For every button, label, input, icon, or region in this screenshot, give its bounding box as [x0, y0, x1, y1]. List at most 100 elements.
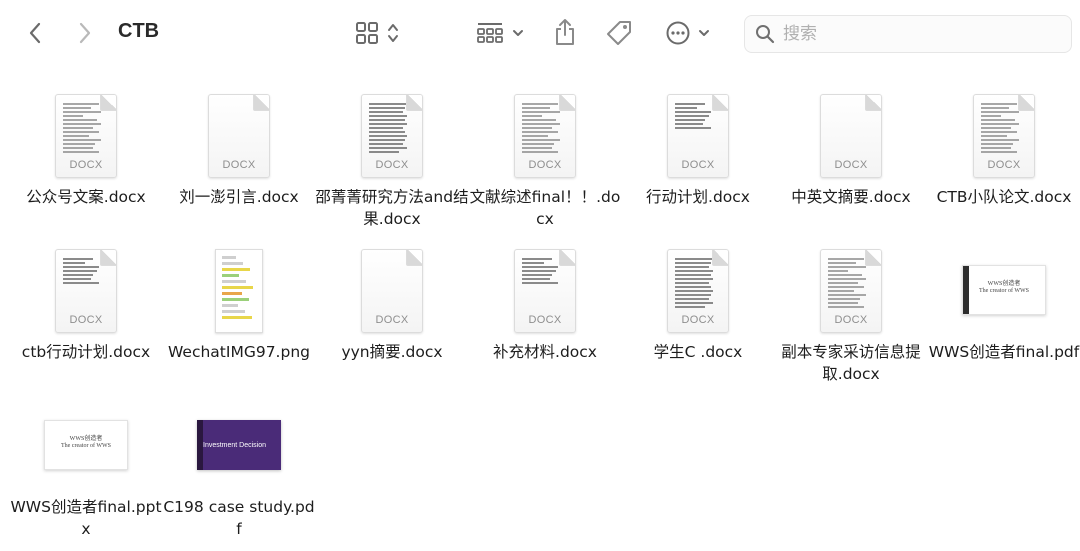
file-thumbnail: DOCX [467, 237, 623, 333]
docx-file-icon: DOCX [973, 94, 1035, 178]
file-thumbnail: DOCX [467, 82, 623, 178]
pdf-file-icon: Investment Decision [197, 420, 281, 470]
group-button[interactable] [472, 18, 528, 48]
tag-button[interactable] [602, 17, 636, 49]
file-extension-label: DOCX [681, 159, 715, 171]
file-name-label: 文献综述final！！.docx [469, 188, 621, 228]
file-name-label: C198 case study.pdf [163, 498, 315, 538]
file-thumbnail: DOCX [620, 82, 776, 178]
file-item[interactable]: DOCX 副本专家采访信息提取.docx [773, 237, 929, 387]
file-extension-label: DOCX [222, 159, 256, 171]
docx-file-icon: DOCX [514, 249, 576, 333]
search-input[interactable] [783, 24, 1053, 44]
file-thumbnail: DOCX [926, 82, 1080, 178]
file-name-label: 补充材料.docx [493, 343, 597, 361]
file-extension-label: DOCX [375, 159, 409, 171]
file-item[interactable]: DOCX 学生C .docx [620, 237, 776, 387]
file-thumbnail: DOCX [161, 82, 317, 178]
file-name-label: WWS创造者final.pdf [928, 343, 1080, 361]
file-name-label: 刘一澎引言.docx [179, 188, 299, 206]
pptx-file-icon: WWS创造者 The creator of WWS [44, 420, 128, 470]
file-name-label: WechatIMG97.png [168, 343, 310, 361]
file-name-label: 学生C .docx [653, 343, 743, 361]
tag-icon [607, 21, 631, 45]
file-item[interactable]: DOCX ctb行动计划.docx [8, 237, 164, 387]
view-mode-button[interactable] [350, 18, 404, 48]
docx-file-icon: DOCX [514, 94, 576, 178]
finder-toolbar: CTB [0, 0, 1080, 66]
file-extension-label: DOCX [987, 159, 1021, 171]
docx-file-icon: DOCX [820, 249, 882, 333]
image-file-icon [215, 249, 263, 333]
chevron-right-icon [79, 22, 91, 44]
more-actions-button[interactable] [662, 18, 714, 48]
file-extension-label: DOCX [528, 314, 562, 326]
thumbnail-caption: Investment Decision [203, 442, 267, 449]
file-name-label: 行动计划.docx [646, 188, 750, 206]
docx-file-icon: DOCX [361, 94, 423, 178]
file-item[interactable]: DOCX 邵菁菁研究方法and结果.docx [314, 82, 470, 232]
file-thumbnail: DOCX [773, 237, 929, 333]
docx-file-icon: DOCX [361, 249, 423, 333]
file-thumbnail: DOCX [8, 237, 164, 333]
file-name-label: 公众号文案.docx [26, 188, 146, 206]
share-button[interactable] [550, 16, 580, 48]
docx-file-icon: DOCX [55, 94, 117, 178]
file-item[interactable]: DOCX 中英文摘要.docx [773, 82, 929, 232]
file-extension-label: DOCX [69, 159, 103, 171]
window-title: CTB [118, 20, 160, 42]
docx-file-icon: DOCX [820, 94, 882, 178]
share-icon [556, 19, 574, 45]
docx-file-icon: DOCX [667, 249, 729, 333]
file-item[interactable]: DOCX 文献综述final！！.docx [467, 82, 623, 232]
file-item[interactable]: DOCX 行动计划.docx [620, 82, 776, 232]
file-thumbnail: DOCX [8, 82, 164, 178]
file-extension-label: DOCX [681, 314, 715, 326]
pdf-file-icon: WWS创造者 The creator of WWS [962, 265, 1046, 315]
file-thumbnail: DOCX [773, 82, 929, 178]
file-item[interactable]: DOCX 公众号文案.docx [8, 82, 164, 232]
file-extension-label: DOCX [834, 314, 868, 326]
docx-file-icon: DOCX [55, 249, 117, 333]
file-name-label: 中英文摘要.docx [791, 188, 911, 206]
chevron-down-icon [513, 30, 523, 36]
file-thumbnail: WWS创造者 The creator of WWS [926, 237, 1080, 333]
file-name-label: yyn摘要.docx [341, 343, 443, 361]
file-extension-label: DOCX [528, 159, 562, 171]
file-item[interactable]: WWS创造者 The creator of WWS WWS创造者final.ppt… [8, 392, 164, 542]
file-name-label: 副本专家采访信息提取.docx [781, 343, 921, 383]
file-thumbnail: WWS创造者 The creator of WWS [8, 392, 164, 488]
file-extension-label: DOCX [375, 314, 409, 326]
group-icon [477, 23, 503, 43]
file-thumbnail: DOCX [620, 237, 776, 333]
search-field[interactable] [744, 15, 1072, 53]
docx-file-icon: DOCX [208, 94, 270, 178]
search-icon [756, 25, 775, 44]
file-item[interactable]: WWS创造者 The creator of WWS WWS创造者final.pdf [926, 237, 1080, 387]
forward-button[interactable] [72, 18, 98, 48]
file-item[interactable]: Investment Decision C198 case study.pdf [161, 392, 317, 542]
thumbnail-caption: WWS创造者 The creator of WWS [60, 436, 112, 449]
file-item[interactable]: DOCX CTB小队论文.docx [926, 82, 1080, 232]
chevron-down-icon [699, 30, 709, 36]
file-name-label: CTB小队论文.docx [936, 188, 1072, 206]
file-extension-label: DOCX [69, 314, 103, 326]
file-extension-label: DOCX [834, 159, 868, 171]
file-item[interactable]: DOCX 补充材料.docx [467, 237, 623, 387]
file-name-label: 邵菁菁研究方法and结果.docx [315, 188, 469, 228]
file-item[interactable]: WechatIMG97.png [161, 237, 317, 387]
back-button[interactable] [22, 18, 48, 48]
file-thumbnail: DOCX [314, 82, 470, 178]
file-name-label: WWS创造者final.pptx [10, 498, 162, 538]
chevron-updown-icon [388, 24, 398, 42]
file-name-label: ctb行动计划.docx [21, 343, 151, 361]
file-thumbnail: Investment Decision [161, 392, 317, 488]
ellipsis-circle-icon [666, 21, 690, 45]
chevron-left-icon [29, 22, 41, 44]
file-item[interactable]: DOCX yyn摘要.docx [314, 237, 470, 387]
file-thumbnail [161, 237, 317, 333]
docx-file-icon: DOCX [667, 94, 729, 178]
thumbnail-caption: WWS创造者 The creator of WWS [978, 281, 1030, 294]
file-item[interactable]: DOCX 刘一澎引言.docx [161, 82, 317, 232]
file-thumbnail: DOCX [314, 237, 470, 333]
